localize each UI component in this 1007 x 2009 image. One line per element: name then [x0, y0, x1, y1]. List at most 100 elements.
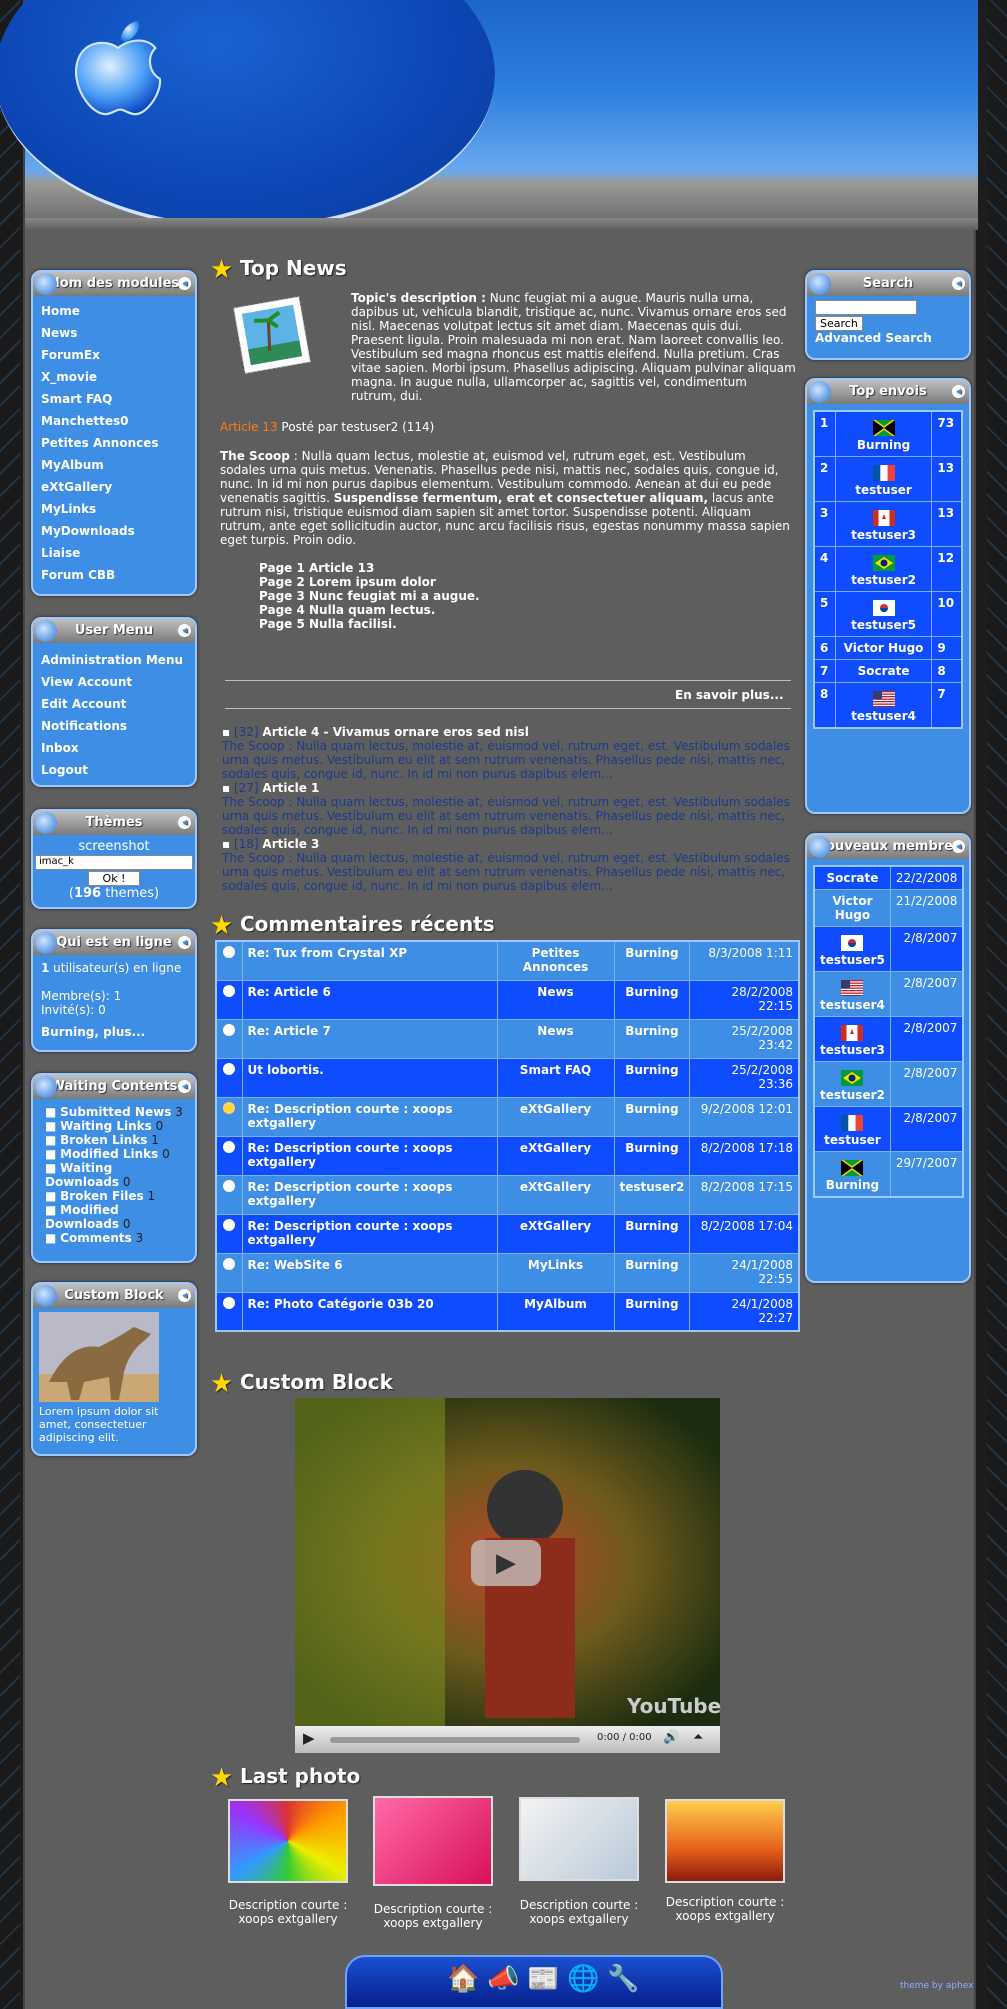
module-link[interactable]: Manchettes0 [41, 410, 187, 432]
user-menu-link[interactable]: View Account [41, 671, 187, 693]
photo-woman[interactable] [519, 1797, 639, 1881]
comment-module[interactable]: eXtGallery [496, 1213, 615, 1254]
comment-title-link[interactable]: Re: Article 7 [241, 1018, 498, 1059]
volume-icon[interactable]: 🔊 [663, 1730, 679, 1745]
comment-title-link[interactable]: Re: Description courte : xoops extgaller… [241, 1096, 498, 1137]
comment-author[interactable]: Burning [613, 979, 691, 1020]
member-name[interactable]: testuser [824, 1133, 881, 1147]
user-name[interactable]: testuser [855, 483, 912, 497]
search-input[interactable] [815, 300, 917, 315]
module-link[interactable]: MyLinks [41, 498, 187, 520]
comment-module[interactable]: MyAlbum [496, 1291, 615, 1332]
comment-module[interactable]: News [496, 1018, 615, 1059]
article-title-link[interactable]: Article 1 [262, 781, 319, 795]
waiting-item[interactable]: ■ Submitted News 3 [45, 1105, 187, 1119]
comment-title-link[interactable]: Re: Description courte : xoops extgaller… [241, 1174, 498, 1215]
user-cell[interactable]: Socrate [834, 659, 933, 683]
comment-author[interactable]: Burning [613, 1291, 691, 1332]
page-link[interactable]: Page 5 Nulla facilisi. [259, 617, 480, 631]
video-player[interactable]: ▶ YouTube ▶ 0:00 / 0:00 🔊 ⏶ [295, 1398, 721, 1753]
member-name[interactable]: Victor Hugo [832, 894, 872, 922]
photo-pink[interactable] [373, 1796, 493, 1886]
comment-author[interactable]: Burning [613, 1057, 691, 1098]
photo-umbrella[interactable] [228, 1799, 348, 1883]
collapse-icon[interactable]: ◂ [178, 816, 191, 829]
article-title-link[interactable]: Article 3 [262, 837, 319, 851]
play-button[interactable]: ▶ [471, 1540, 541, 1586]
comment-title-link[interactable]: Re: Article 6 [241, 979, 498, 1020]
user-cell[interactable]: testuser4 [834, 682, 933, 729]
user-cell[interactable]: Victor Hugo [834, 636, 933, 660]
comment-author[interactable]: testuser2 [613, 1174, 691, 1215]
article-title-link[interactable]: Article 4 - Vivamus ornare eros sed nisl [262, 725, 528, 739]
collapse-icon[interactable]: ◂ [178, 277, 191, 290]
page-link[interactable]: Page 4 Nulla quam lectus. [259, 603, 480, 617]
comment-module[interactable]: eXtGallery [496, 1135, 615, 1176]
member-name[interactable]: testuser5 [820, 953, 885, 967]
user-cell[interactable]: testuser2 [834, 546, 933, 592]
comment-module[interactable]: Smart FAQ [496, 1057, 615, 1098]
user-name[interactable]: testuser3 [851, 528, 916, 542]
comment-module[interactable]: eXtGallery [496, 1174, 615, 1215]
home-icon[interactable]: 🏠 [447, 1962, 479, 1996]
comment-title-link[interactable]: Ut lobortis. [241, 1057, 498, 1098]
member-cell[interactable]: testuser5 [813, 926, 891, 972]
member-name[interactable]: Burning [826, 1178, 879, 1192]
member-cell[interactable]: testuser [813, 1106, 891, 1152]
waiting-label[interactable]: Submitted News [60, 1105, 171, 1119]
page-link[interactable]: Page 1 Article 13 [259, 561, 480, 575]
user-name[interactable]: testuser2 [851, 573, 916, 587]
comment-module[interactable]: Petites Annonces [496, 940, 615, 981]
tools-icon[interactable]: 🔧 [607, 1962, 639, 1996]
user-menu-link[interactable]: Administration Menu [41, 649, 187, 671]
member-cell[interactable]: Burning [813, 1151, 891, 1198]
comment-author[interactable]: Burning [613, 1252, 691, 1293]
comment-module[interactable]: eXtGallery [496, 1096, 615, 1137]
member-name[interactable]: testuser4 [820, 998, 885, 1012]
search-button[interactable]: Search [815, 316, 863, 331]
comment-author[interactable]: Burning [613, 940, 691, 981]
module-link[interactable]: eXtGallery [41, 476, 187, 498]
collapse-icon[interactable]: ◂ [952, 385, 965, 398]
member-cell[interactable]: Victor Hugo [813, 889, 891, 927]
module-link[interactable]: News [41, 322, 187, 344]
collapse-icon[interactable]: ◂ [178, 1080, 191, 1093]
waiting-item[interactable]: ■ Waiting Links 0 [45, 1119, 187, 1133]
user-name[interactable]: Burning [857, 438, 910, 452]
comment-module[interactable]: MyLinks [496, 1252, 615, 1293]
page-link[interactable]: Page 2 Lorem ipsum dolor [259, 575, 480, 589]
collapse-icon[interactable]: ◂ [178, 624, 191, 637]
waiting-item[interactable]: ■ Waiting Downloads 0 [45, 1161, 187, 1189]
member-name[interactable]: testuser3 [820, 1043, 885, 1057]
member-cell[interactable]: testuser2 [813, 1061, 891, 1107]
module-link[interactable]: MyDownloads [41, 520, 187, 542]
waiting-item[interactable]: ■ Broken Files 1 [45, 1189, 187, 1203]
comment-title-link[interactable]: Re: Tux from Crystal XP [241, 940, 498, 981]
module-link[interactable]: ForumEx [41, 344, 187, 366]
fullscreen-icon[interactable]: ⏶ [693, 1730, 703, 1745]
waiting-item[interactable]: ■ Broken Links 1 [45, 1133, 187, 1147]
ok-button[interactable]: Ok ! [87, 871, 141, 886]
member-name[interactable]: Socrate [826, 871, 878, 885]
user-cell[interactable]: testuser5 [834, 591, 933, 637]
theme-select[interactable]: imac_k [35, 855, 193, 870]
photo-golfer[interactable] [665, 1799, 785, 1883]
module-link[interactable]: Smart FAQ [41, 388, 187, 410]
comment-module[interactable]: News [496, 979, 615, 1020]
advanced-search-link[interactable]: Advanced Search [815, 331, 961, 345]
page-link[interactable]: Page 3 Nunc feugiat mi a augue. [259, 589, 480, 603]
user-menu-link[interactable]: Inbox [41, 737, 187, 759]
comment-title-link[interactable]: Re: Photo Catégorie 03b 20 [241, 1291, 498, 1332]
module-link[interactable]: Liaise [41, 542, 187, 564]
module-link[interactable]: Petites Annonces [41, 432, 187, 454]
member-cell[interactable]: Socrate [813, 865, 891, 890]
comment-title-link[interactable]: Re: Description courte : xoops extgaller… [241, 1213, 498, 1254]
collapse-icon[interactable]: ◂ [952, 277, 965, 290]
collapse-icon[interactable]: ◂ [178, 1289, 191, 1302]
seek-bar[interactable] [330, 1737, 580, 1743]
comment-author[interactable]: Burning [613, 1018, 691, 1059]
member-cell[interactable]: testuser3 [813, 1016, 891, 1062]
news-icon[interactable]: 📰 [527, 1962, 559, 1996]
member-name[interactable]: testuser2 [820, 1088, 885, 1102]
comment-title-link[interactable]: Re: WebSite 6 [241, 1252, 498, 1293]
